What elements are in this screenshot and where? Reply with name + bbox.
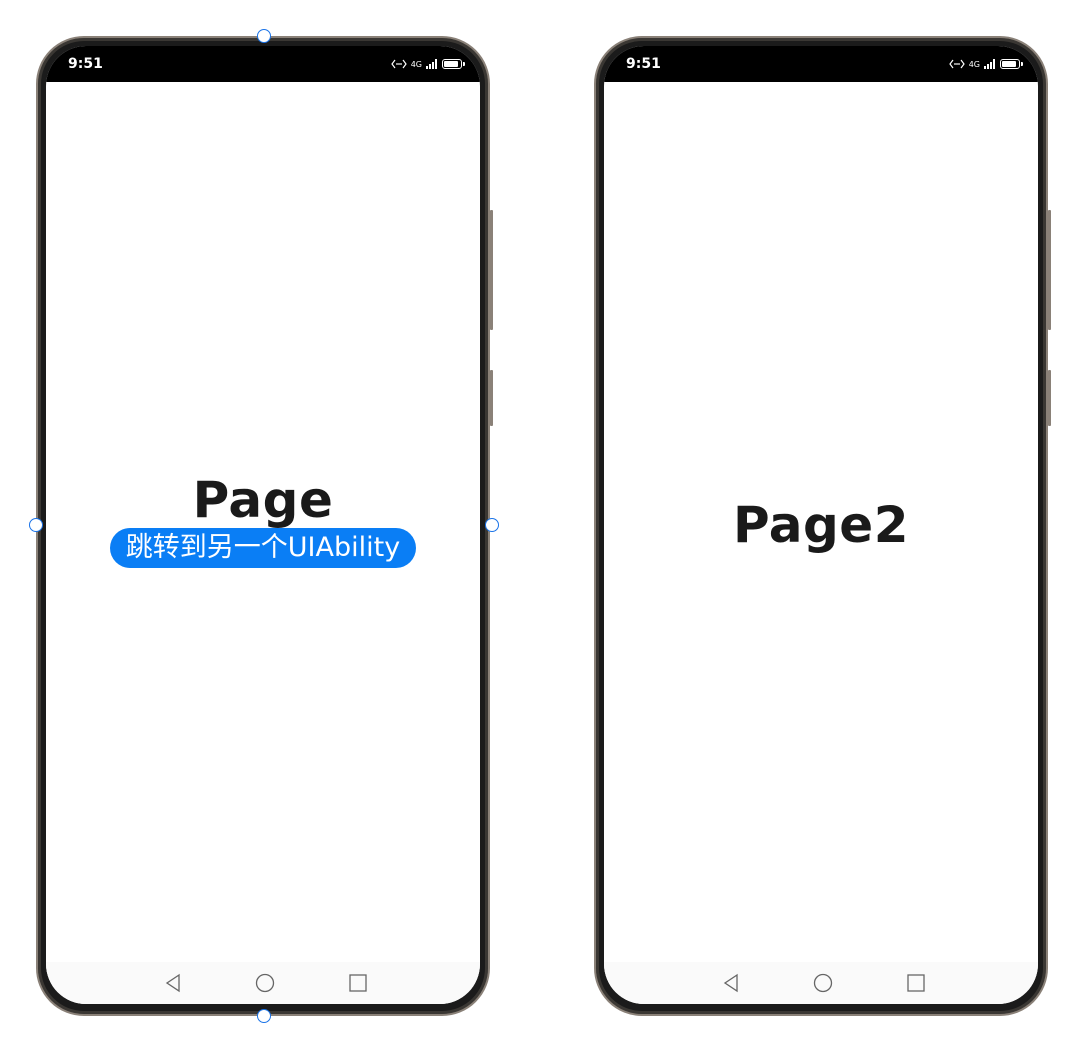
back-triangle-icon[interactable] bbox=[720, 972, 742, 994]
right-phone-screen: 9:51 4G Page2 bbox=[604, 46, 1038, 1004]
left-content: Page 跳转到另一个UIAbility bbox=[46, 46, 480, 1004]
home-circle-icon[interactable] bbox=[254, 972, 276, 994]
navigation-bar bbox=[46, 962, 480, 1004]
right-content: Page2 bbox=[604, 46, 1038, 1004]
recent-square-icon[interactable] bbox=[347, 972, 369, 994]
right-phone-frame: 9:51 4G Page2 bbox=[594, 36, 1048, 1016]
volume-key bbox=[490, 210, 493, 330]
left-phone-screen: 9:51 4G Page 跳转到另一个UIAbility bbox=[46, 46, 480, 1004]
power-key bbox=[490, 370, 493, 426]
home-circle-icon[interactable] bbox=[812, 972, 834, 994]
back-triangle-icon[interactable] bbox=[162, 972, 184, 994]
volume-key bbox=[1048, 210, 1051, 330]
selection-handle-bottom[interactable] bbox=[257, 1009, 271, 1023]
page-title: Page bbox=[192, 471, 334, 529]
recent-square-icon[interactable] bbox=[905, 972, 927, 994]
navigation-bar bbox=[604, 962, 1038, 1004]
jump-to-uiability-button[interactable]: 跳转到另一个UIAbility bbox=[109, 528, 417, 568]
power-key bbox=[1048, 370, 1051, 426]
selection-handle-left[interactable] bbox=[29, 518, 43, 532]
page-title: Page2 bbox=[732, 496, 910, 554]
selection-handle-top[interactable] bbox=[257, 29, 271, 43]
selection-handle-right[interactable] bbox=[485, 518, 499, 532]
left-phone-frame: 9:51 4G Page 跳转到另一个UIAbility bbox=[36, 36, 490, 1016]
